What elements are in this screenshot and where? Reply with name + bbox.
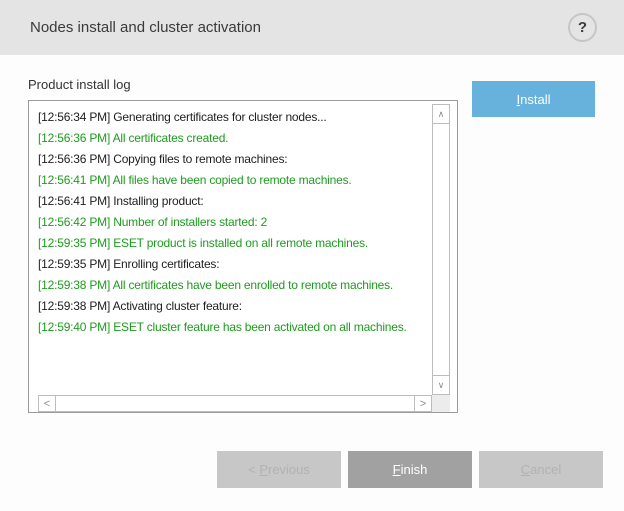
install-button[interactable]: Install bbox=[472, 81, 595, 117]
log-line: [12:56:36 PM] Copying files to remote ma… bbox=[38, 149, 425, 170]
chevron-down-icon: ∨ bbox=[438, 380, 445, 391]
log-entries: [12:56:34 PM] Generating certificates fo… bbox=[38, 107, 425, 390]
help-button[interactable]: ? bbox=[568, 13, 597, 42]
chevron-left-icon: < bbox=[44, 398, 50, 410]
scroll-down-button[interactable]: ∨ bbox=[433, 375, 449, 394]
scrollbar-corner bbox=[432, 395, 450, 412]
horizontal-scrollbar[interactable]: < > bbox=[38, 395, 432, 412]
log-line: [12:56:41 PM] All files have been copied… bbox=[38, 170, 425, 191]
cancel-button[interactable]: Cancel bbox=[479, 451, 603, 488]
log-line: [12:59:38 PM] All certificates have been… bbox=[38, 275, 425, 296]
dialog-header: Nodes install and cluster activation ? bbox=[0, 0, 624, 55]
log-line: [12:59:38 PM] Activating cluster feature… bbox=[38, 296, 425, 317]
chevron-right-icon: > bbox=[420, 398, 426, 410]
log-line: [12:59:35 PM] Enrolling certificates: bbox=[38, 254, 425, 275]
scroll-left-button[interactable]: < bbox=[39, 396, 56, 411]
scroll-right-button[interactable]: > bbox=[414, 396, 431, 411]
log-line: [12:59:40 PM] ESET cluster feature has b… bbox=[38, 317, 425, 338]
log-line: [12:56:36 PM] All certificates created. bbox=[38, 128, 425, 149]
install-log-box: [12:56:34 PM] Generating certificates fo… bbox=[28, 100, 458, 413]
previous-button[interactable]: < Previous bbox=[217, 451, 341, 488]
log-line: [12:56:34 PM] Generating certificates fo… bbox=[38, 107, 425, 128]
log-line: [12:56:41 PM] Installing product: bbox=[38, 191, 425, 212]
question-mark-icon: ? bbox=[578, 19, 587, 36]
page-title: Nodes install and cluster activation bbox=[30, 0, 261, 55]
nodes-install-dialog: Nodes install and cluster activation ? P… bbox=[0, 0, 624, 511]
scroll-up-button[interactable]: ∧ bbox=[433, 105, 449, 124]
log-label: Product install log bbox=[28, 77, 131, 92]
vertical-scrollbar[interactable]: ∧ ∨ bbox=[432, 104, 450, 395]
log-line: [12:59:35 PM] ESET product is installed … bbox=[38, 233, 425, 254]
finish-button[interactable]: Finish bbox=[348, 451, 472, 488]
log-line: [12:56:42 PM] Number of installers start… bbox=[38, 212, 425, 233]
chevron-up-icon: ∧ bbox=[438, 109, 445, 120]
